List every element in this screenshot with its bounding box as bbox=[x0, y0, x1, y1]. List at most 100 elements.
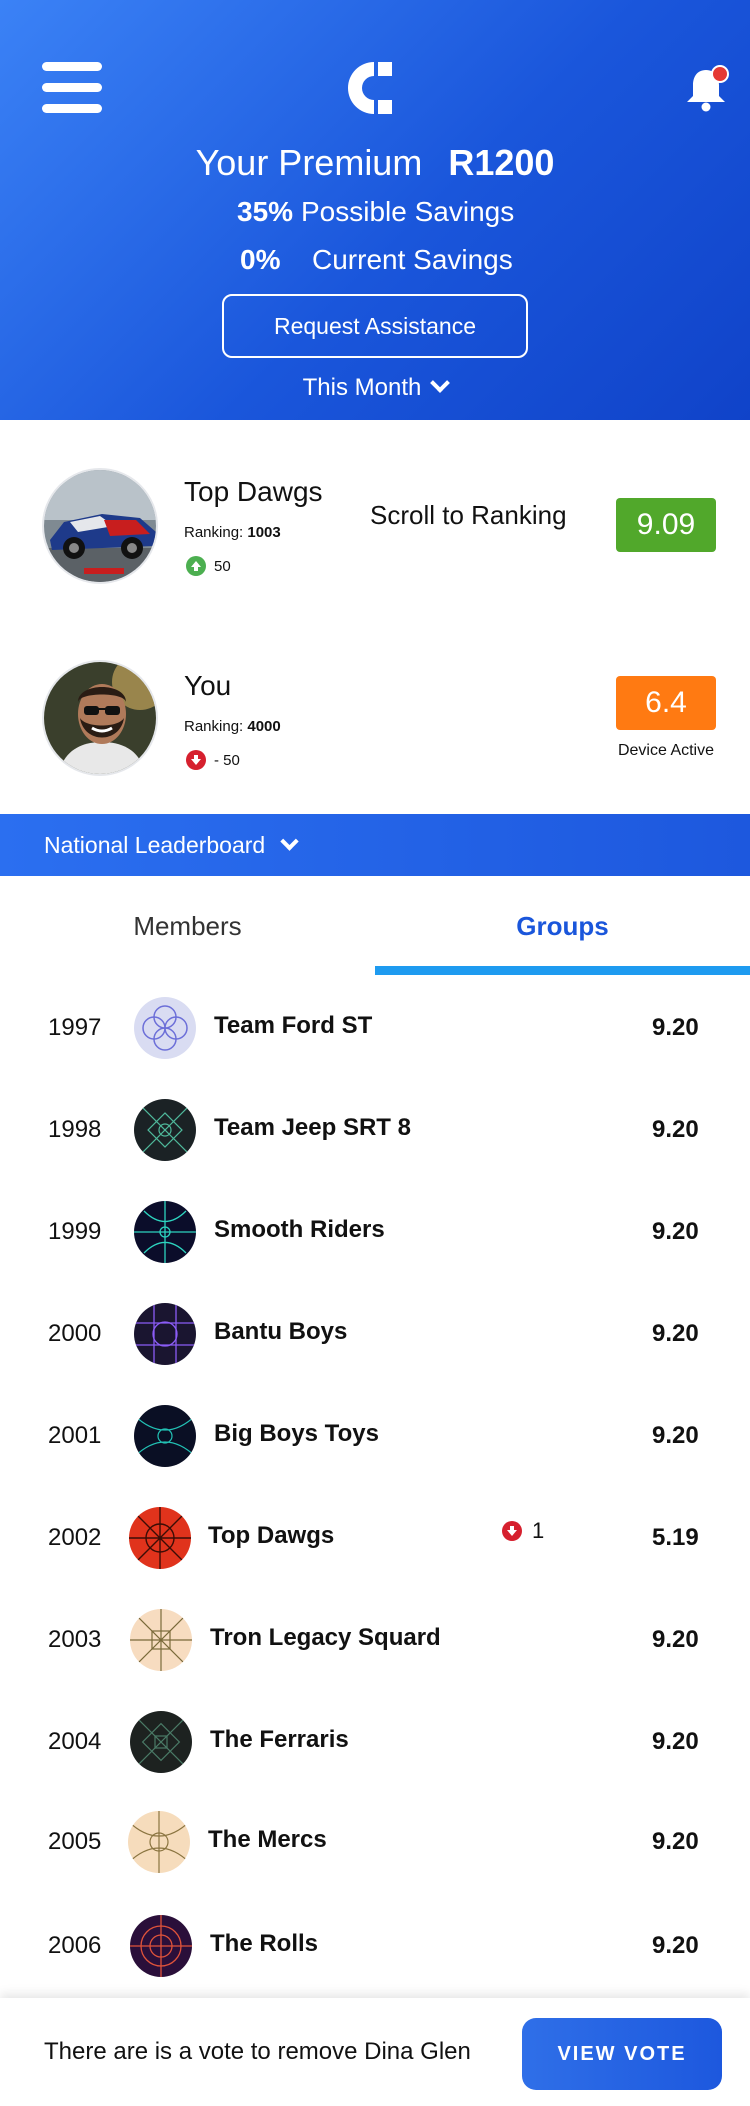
chevron-down-icon bbox=[280, 831, 299, 851]
group-icon bbox=[130, 1609, 192, 1671]
user-name: You bbox=[184, 670, 232, 701]
group-rank-change: 50 bbox=[186, 556, 231, 576]
list-item-rank: 1997 bbox=[48, 1014, 102, 1041]
list-item-rank: 2000 bbox=[48, 1320, 102, 1347]
group-score-badge: 9.09 bbox=[616, 498, 716, 552]
device-status: Device Active bbox=[617, 742, 715, 759]
list-item-rank: 1999 bbox=[48, 1218, 102, 1245]
list-item[interactable]: 2004 The Ferraris 9.20 bbox=[0, 1692, 750, 1794]
list-item[interactable]: 1998 Team Jeep SRT 8 9.20 bbox=[0, 1080, 750, 1182]
tab-groups[interactable]: Groups bbox=[375, 876, 750, 976]
list-item-score: 9.20 bbox=[652, 1014, 699, 1041]
period-selector[interactable]: This Month bbox=[0, 373, 750, 402]
list-item-score: 5.19 bbox=[652, 1524, 699, 1551]
user-score-badge: 6.4 bbox=[616, 676, 716, 730]
list-item-rank: 2006 bbox=[48, 1932, 102, 1959]
group-icon bbox=[129, 1507, 191, 1569]
list-item-score: 9.20 bbox=[652, 1626, 699, 1653]
group-avatar bbox=[42, 468, 158, 584]
user-rank-change-value: - 50 bbox=[214, 751, 240, 769]
top-group-card: Top Dawgs Ranking: 1003 50 Scroll to Ran… bbox=[0, 420, 750, 590]
list-item[interactable]: 2003 Tron Legacy Squard 9.20 bbox=[0, 1590, 750, 1692]
leaderboard-selector[interactable]: National Leaderboard bbox=[0, 814, 750, 876]
group-ranking-value: 1003 bbox=[247, 524, 281, 541]
list-item-name: Tron Legacy Squard bbox=[210, 1624, 441, 1651]
group-icon bbox=[128, 1811, 190, 1873]
list-item-name: Smooth Riders bbox=[214, 1216, 385, 1243]
user-avatar bbox=[42, 660, 158, 776]
group-name: Top Dawgs bbox=[184, 476, 323, 507]
list-item-score: 9.20 bbox=[652, 1828, 699, 1855]
list-item-name: Big Boys Toys bbox=[214, 1420, 379, 1447]
current-savings: 0% Current Savings bbox=[0, 244, 750, 284]
premium-label: Your Premium bbox=[195, 142, 423, 183]
user-rank-change: - 50 bbox=[186, 750, 240, 770]
arrow-down-icon bbox=[186, 750, 206, 770]
group-icon bbox=[134, 1303, 196, 1365]
current-savings-pct: 0% bbox=[240, 244, 281, 275]
view-vote-button[interactable]: VIEW VOTE bbox=[522, 2018, 722, 2090]
group-icon bbox=[134, 1201, 196, 1263]
list-item[interactable]: 1999 Smooth Riders 9.20 bbox=[0, 1182, 750, 1284]
group-icon bbox=[134, 997, 196, 1059]
list-item-score: 9.20 bbox=[652, 1422, 699, 1449]
arrow-up-icon bbox=[186, 556, 206, 576]
list-item-name: The Rolls bbox=[210, 1930, 319, 1957]
group-icon bbox=[134, 1099, 196, 1161]
premium-summary: Your Premium R1200 bbox=[0, 142, 750, 184]
list-item-rank: 2004 bbox=[48, 1728, 102, 1755]
chevron-down-icon bbox=[430, 373, 451, 393]
list-item-name: Team Ford ST bbox=[214, 1012, 373, 1039]
list-item-rank-change-value: 1 bbox=[532, 1518, 545, 1543]
possible-savings-label: Possible Savings bbox=[301, 196, 515, 227]
list-item[interactable]: 2006 The Rolls 9.20 bbox=[0, 1896, 750, 1998]
tab-members[interactable]: Members bbox=[0, 876, 375, 976]
list-item[interactable]: 2001 Big Boys Toys 9.20 bbox=[0, 1386, 750, 1488]
list-item-score: 9.20 bbox=[652, 1320, 699, 1347]
list-item-score: 9.20 bbox=[652, 1116, 699, 1143]
list-item-rank: 2005 bbox=[48, 1828, 102, 1855]
menu-icon[interactable] bbox=[42, 62, 102, 114]
group-rank-change-value: 50 bbox=[214, 557, 231, 575]
list-item-score: 9.20 bbox=[652, 1728, 699, 1755]
leaderboard-label: National Leaderboard bbox=[44, 831, 266, 858]
list-item-rank-change: 1 bbox=[502, 1518, 544, 1544]
active-tab-indicator bbox=[375, 966, 750, 975]
current-savings-label: Current Savings bbox=[312, 244, 513, 275]
list-item-rank: 2002 bbox=[48, 1524, 102, 1551]
group-icon bbox=[130, 1915, 192, 1977]
list-item[interactable]: 2000 Bantu Boys 9.20 bbox=[0, 1284, 750, 1386]
list-item-name: Bantu Boys bbox=[214, 1318, 348, 1345]
bell-icon[interactable] bbox=[684, 64, 730, 112]
list-item-name: The Ferraris bbox=[210, 1726, 349, 1753]
group-icon bbox=[134, 1405, 196, 1467]
list-item-name: The Mercs bbox=[208, 1826, 327, 1853]
list-item-rank: 1998 bbox=[48, 1116, 102, 1143]
list-item-score: 9.20 bbox=[652, 1932, 699, 1959]
arrow-down-icon bbox=[502, 1521, 522, 1541]
group-ranking: Ranking: 1003 bbox=[184, 524, 281, 541]
list-item[interactable]: 1997 Team Ford ST 9.20 bbox=[0, 978, 750, 1080]
vote-banner: There are is a vote to remove Dina Glen … bbox=[0, 1998, 750, 2106]
leaderboard-tabs: Members Groups bbox=[0, 876, 750, 976]
list-item-score: 9.20 bbox=[652, 1218, 699, 1245]
premium-value: R1200 bbox=[448, 142, 555, 183]
group-icon bbox=[130, 1711, 192, 1773]
app-header: Your Premium R1200 35% Possible Savings 0… bbox=[0, 0, 750, 420]
period-label: This Month bbox=[302, 374, 422, 401]
list-item-rank: 2001 bbox=[48, 1422, 102, 1449]
brand-logo-icon bbox=[348, 62, 392, 114]
scroll-to-ranking-link[interactable]: Scroll to Ranking bbox=[370, 500, 567, 531]
user-card: You Ranking: 4000 - 50 6.4 Device Active bbox=[0, 614, 750, 784]
list-item-name: Top Dawgs bbox=[208, 1522, 335, 1549]
possible-savings-pct: 35% bbox=[237, 196, 294, 227]
user-ranking: Ranking: 4000 bbox=[184, 718, 281, 735]
list-item-rank: 2003 bbox=[48, 1626, 102, 1653]
list-item[interactable]: 2002 Top Dawgs 1 5.19 bbox=[0, 1488, 750, 1590]
request-assistance-button[interactable]: Request Assistance bbox=[222, 294, 528, 358]
possible-savings: 35% Possible Savings bbox=[0, 196, 750, 236]
list-item-name: Team Jeep SRT 8 bbox=[214, 1114, 411, 1141]
user-ranking-value: 4000 bbox=[247, 718, 281, 735]
list-item[interactable]: 2005 The Mercs 9.20 bbox=[0, 1792, 750, 1894]
vote-message: There are is a vote to remove Dina Glen bbox=[44, 2038, 471, 2065]
